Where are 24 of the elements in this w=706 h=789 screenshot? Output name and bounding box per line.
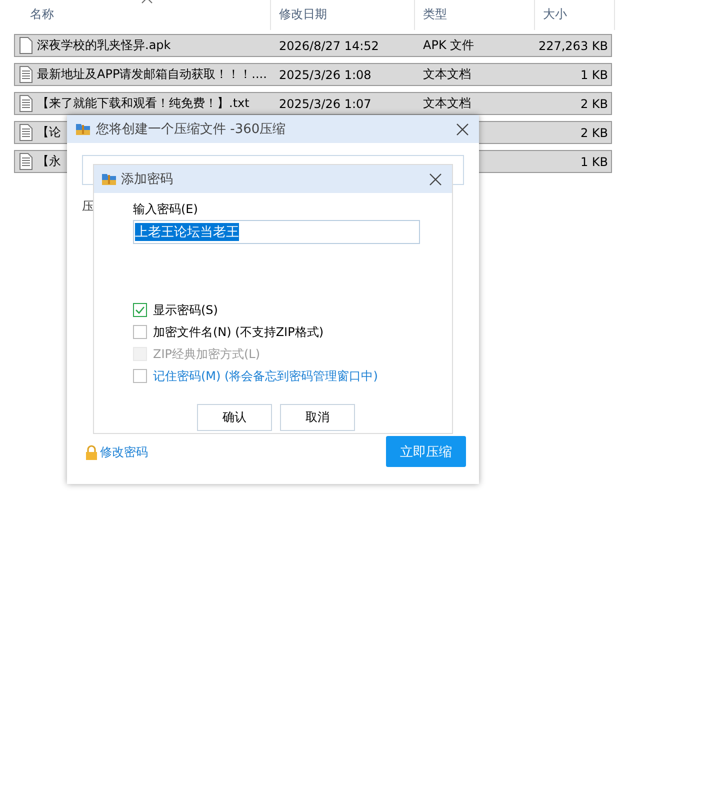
field-label: 压 [82, 198, 94, 215]
modified-date: 2026/8/27 14:52 [279, 38, 379, 52]
file-type: APK 文件 [423, 38, 474, 52]
file-name: 深夜学校的乳夹怪异.apk [37, 37, 171, 54]
file-name: 【永 [37, 153, 61, 170]
window-title: 添加密码 [121, 171, 174, 188]
file-name: 最新地址及APP请发邮箱自动获取！！！.... [37, 66, 267, 83]
window-title: 您将创建一个压缩文件 -360压缩 [96, 121, 287, 138]
password-label: 输入密码(E) [133, 201, 199, 218]
file-size: 1 KB [580, 154, 608, 168]
option-label: 加密文件名(N) (不支持ZIP格式) [153, 324, 324, 340]
file-size: 2 KB [580, 96, 608, 110]
file-size: 1 KB [580, 68, 608, 82]
modified-date: 2025/3/26 1:07 [279, 96, 372, 110]
file-name: 【论 [37, 124, 61, 141]
option-label: 记住密码(M) (将会备忘到密码管理窗口中) [153, 368, 378, 384]
file-name: 【来了就能下载和观看！纯免费！】.txt [37, 95, 250, 112]
option-label: ZIP经典加密方式(L) [153, 346, 260, 362]
option-label: 显示密码(S) [153, 302, 218, 318]
modified-date: 2025/3/26 1:08 [279, 68, 372, 82]
file-type: 文本文档 [423, 67, 471, 81]
file-type: 文本文档 [423, 96, 471, 110]
file-size: 227,263 KB [538, 38, 608, 52]
file-size: 2 KB [580, 126, 608, 140]
